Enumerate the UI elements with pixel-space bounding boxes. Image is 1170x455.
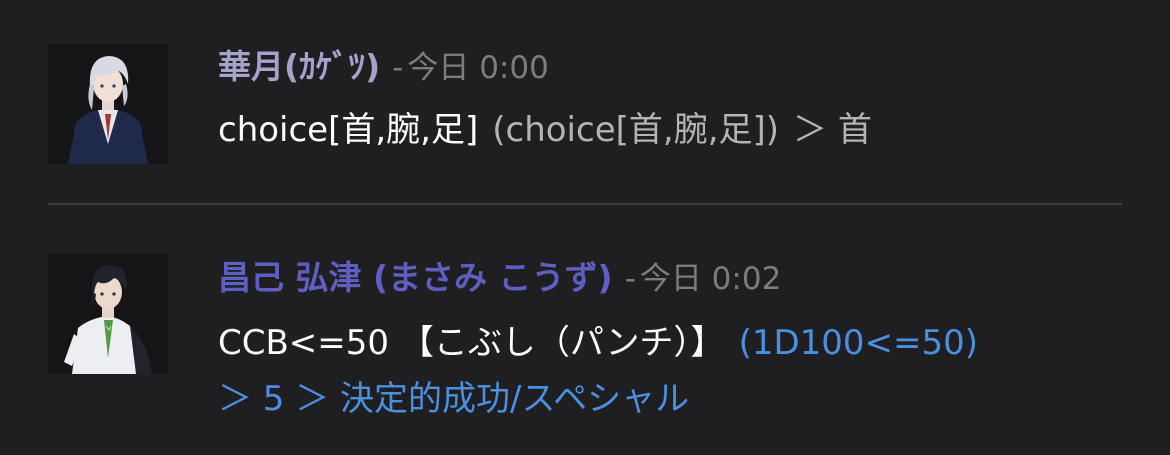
message-body-continued: ＞ 5 ＞ 決定的成功/スペシャル <box>218 382 689 416</box>
dice-echo: (choice[首,腕,足]) <box>492 110 780 150</box>
dice-result: ＞ 首 <box>793 110 872 150</box>
message-body: CCB<=50 【こぶし（パンチ）】 (1D100<=50) <box>218 326 978 360</box>
avatar[interactable] <box>48 254 168 374</box>
message-header: 昌己 弘津 (まさみ こうず) - 今日 0:02 <box>218 261 781 295</box>
character-portrait-silver-hair-icon <box>48 44 168 164</box>
header-separator: - <box>624 261 636 297</box>
avatar[interactable] <box>48 44 168 164</box>
timestamp: 今日 0:02 <box>639 261 782 297</box>
chat-message: 昌己 弘津 (まさみ こうず) - 今日 0:02 CCB<=50 【こぶし（パンチ… <box>0 205 1170 455</box>
dice-result: ＞ 5 ＞ 決定的成功/スペシャル <box>218 379 690 419</box>
message-header: 華月(ｶｹﾞﾂ) - 今日 0:00 <box>218 50 549 84</box>
chat-message: 華月(ｶｹﾞﾂ) - 今日 0:00 choice[首,腕,足] (choice[首,… <box>0 0 1170 203</box>
header-separator: - <box>392 50 404 86</box>
character-portrait-dark-hair-icon <box>48 254 168 374</box>
username[interactable]: 華月(ｶｹﾞﾂ) <box>218 47 380 86</box>
dice-command: CCB<=50 【こぶし（パンチ）】 <box>218 323 725 363</box>
timestamp: 今日 0:00 <box>407 50 549 86</box>
dice-roll: (1D100<=50) <box>738 323 979 363</box>
username[interactable]: 昌己 弘津 (まさみ こうず) <box>218 258 613 297</box>
dice-command: choice[首,腕,足] <box>218 110 479 150</box>
message-body: choice[首,腕,足] (choice[首,腕,足]) ＞ 首 <box>218 113 872 147</box>
